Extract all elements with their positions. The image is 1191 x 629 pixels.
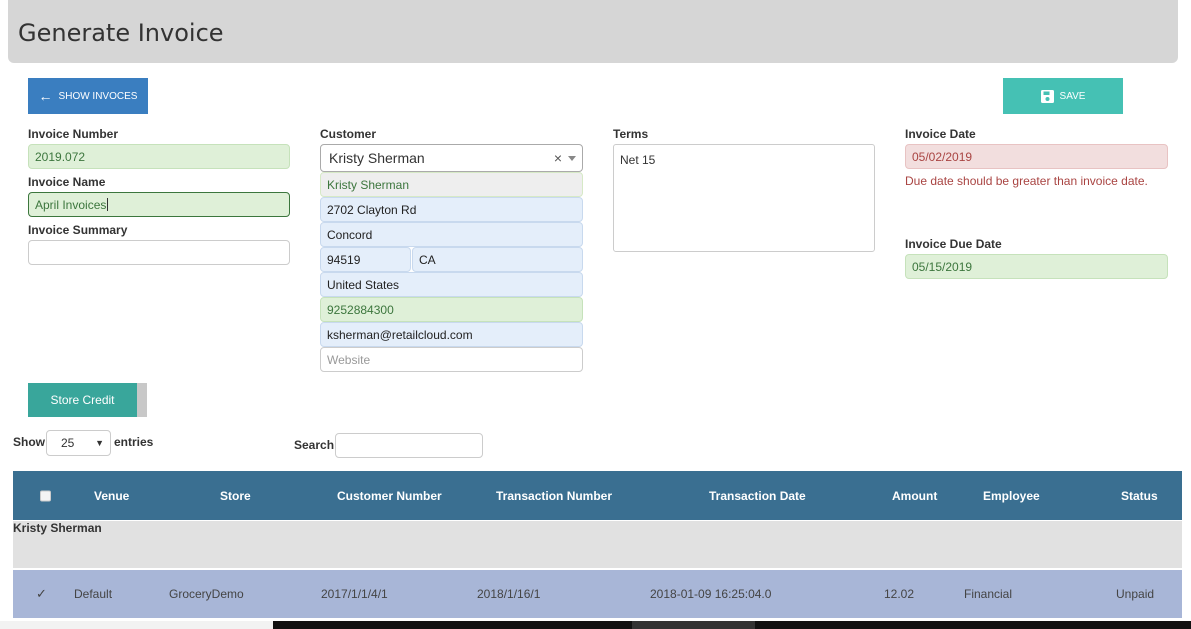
customer-country-field[interactable]: United States bbox=[320, 272, 583, 297]
cell-transaction-number: 2018/1/16/1 bbox=[477, 587, 541, 601]
customer-name-field[interactable]: Kristy Sherman bbox=[320, 172, 583, 197]
save-button[interactable]: SAVE bbox=[1003, 78, 1123, 114]
customer-select[interactable]: Kristy Sherman × bbox=[320, 144, 583, 172]
cell-transaction-date: 2018-01-09 16:25:04.0 bbox=[650, 587, 772, 601]
invoice-due-date-label: Invoice Due Date bbox=[905, 237, 1002, 251]
invoice-name-field[interactable]: April Invoices bbox=[28, 192, 290, 217]
column-transaction-number[interactable]: Transaction Number bbox=[496, 489, 612, 503]
store-credit-button[interactable]: Store Credit bbox=[28, 383, 147, 417]
caret-down-icon: ▼ bbox=[95, 438, 104, 448]
column-status[interactable]: Status bbox=[1121, 489, 1158, 503]
check-icon[interactable]: ✓ bbox=[36, 586, 47, 602]
floppy-disk-icon bbox=[1040, 89, 1054, 103]
customer-phone-field[interactable]: 9252884300 bbox=[320, 297, 583, 322]
arrow-left-icon: ← bbox=[38, 88, 53, 104]
select-all-checkbox[interactable] bbox=[40, 490, 51, 501]
customer-email-field[interactable]: ksherman@retailcloud.com bbox=[320, 322, 583, 347]
invoice-name-label: Invoice Name bbox=[28, 175, 106, 189]
terms-label: Terms bbox=[613, 127, 649, 141]
clear-icon[interactable]: × bbox=[554, 150, 562, 166]
cell-employee: Financial bbox=[964, 587, 1013, 601]
column-customer-number[interactable]: Customer Number bbox=[337, 489, 442, 503]
show-label: Show bbox=[13, 435, 45, 449]
group-row: Kristy Sherman bbox=[13, 521, 1182, 568]
chevron-down-icon[interactable] bbox=[568, 156, 576, 161]
group-label: Kristy Sherman bbox=[13, 521, 102, 535]
cell-status: Unpaid bbox=[1116, 587, 1155, 601]
column-amount[interactable]: Amount bbox=[892, 489, 937, 503]
invoice-date-label: Invoice Date bbox=[905, 127, 976, 141]
terms-textarea[interactable]: Net 15 bbox=[613, 144, 875, 252]
search-label: Search: bbox=[294, 438, 339, 452]
column-employee[interactable]: Employee bbox=[983, 489, 1040, 503]
date-error-message: Due date should be greater than invoice … bbox=[905, 174, 1148, 188]
customer-address-field[interactable]: 2702 Clayton Rd bbox=[320, 197, 583, 222]
search-input[interactable] bbox=[335, 433, 483, 458]
customer-website-field[interactable]: Website bbox=[320, 347, 583, 372]
taskbar-segment bbox=[632, 621, 755, 629]
page-header: Generate Invoice bbox=[8, 0, 1178, 63]
customer-zip-field[interactable]: 94519 bbox=[320, 247, 411, 272]
entries-select[interactable]: 25 ▼ bbox=[46, 430, 111, 456]
cell-amount: 12.02 bbox=[884, 587, 915, 601]
column-transaction-date[interactable]: Transaction Date bbox=[709, 489, 806, 503]
invoice-summary-label: Invoice Summary bbox=[28, 223, 128, 237]
table-header: Venue Store Customer Number Transaction … bbox=[13, 471, 1182, 520]
entries-label: entries bbox=[114, 435, 154, 449]
invoice-due-date-field[interactable]: 05/15/2019 bbox=[905, 254, 1168, 279]
invoice-date-field[interactable]: 05/02/2019 bbox=[905, 144, 1168, 169]
customer-label: Customer bbox=[320, 127, 377, 141]
show-invoices-button[interactable]: ← SHOW INVOCES bbox=[28, 78, 148, 114]
transactions-table: Venue Store Customer Number Transaction … bbox=[13, 471, 1182, 618]
cell-venue: Default bbox=[74, 587, 113, 601]
page-title: Generate Invoice bbox=[18, 19, 224, 47]
customer-state-field[interactable]: CA bbox=[412, 247, 583, 272]
table-row[interactable]: ✓ Default GroceryDemo 2017/1/1/4/1 2018/… bbox=[13, 570, 1182, 618]
invoice-number-field[interactable]: 2019.072 bbox=[28, 144, 290, 169]
invoice-number-label: Invoice Number bbox=[28, 127, 119, 141]
cell-customer-number: 2017/1/1/4/1 bbox=[321, 587, 388, 601]
text-cursor bbox=[107, 198, 109, 211]
invoice-summary-field[interactable] bbox=[28, 240, 290, 265]
cell-store: GroceryDemo bbox=[169, 587, 244, 601]
column-venue[interactable]: Venue bbox=[94, 489, 129, 503]
column-store[interactable]: Store bbox=[220, 489, 251, 503]
customer-city-field[interactable]: Concord bbox=[320, 222, 583, 247]
